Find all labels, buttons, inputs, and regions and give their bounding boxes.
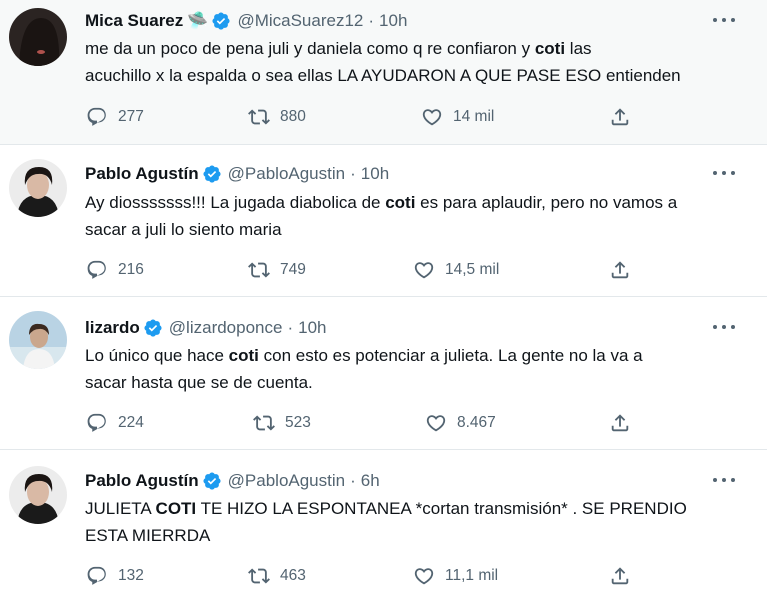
like-count: 11,1 mil [445,567,499,584]
tweet-text-line: Lo único que hace coti con esto es poten… [85,346,643,365]
tweet-text-line: sacar a juli lo siento maria [85,220,282,239]
share-icon[interactable] [609,412,631,434]
reply-button[interactable]: 216 [86,259,144,281]
avatar[interactable] [9,311,67,369]
more-dots-icon[interactable] [712,15,736,25]
avatar-image [9,466,67,524]
user-handle[interactable]: @PabloAgustin [228,164,345,184]
user-handle[interactable]: @MicaSuarez12 [237,11,363,31]
tweet[interactable]: lizardo @lizardoponce · 10h Lo único que… [0,297,767,449]
reply-icon [87,107,106,126]
avatar[interactable] [9,466,67,524]
share-icon[interactable] [609,106,631,128]
reply-icon [87,260,106,279]
heart-icon [414,262,434,279]
heart-icon [414,568,434,585]
like-button[interactable]: 8.467 [425,412,496,434]
tweet-text-line: JULIETA COTI TE HIZO LA ESPONTANEA *cort… [85,499,687,518]
timestamp[interactable]: 10h [361,164,389,184]
display-name[interactable]: Pablo Agustín [85,164,199,184]
verified-badge-icon [212,12,230,30]
like-count: 8.467 [457,414,496,431]
retweet-icon [248,262,270,278]
tweet-text-line: sacar hasta que se de cuenta. [85,373,313,392]
like-button[interactable]: 11,1 mil [413,565,498,587]
more-dots-icon[interactable] [712,475,736,485]
verified-badge-icon [144,319,162,337]
display-name[interactable]: lizardo [85,318,140,338]
reply-icon [87,413,106,432]
more-dots-icon[interactable] [712,168,736,178]
avatar-image [9,8,67,66]
reply-count: 216 [118,261,144,278]
reply-button[interactable]: 132 [86,565,144,587]
more-dots-icon[interactable] [712,322,736,332]
reply-count: 224 [118,414,144,431]
separator-dot: · [350,164,356,183]
separator-dot: · [287,318,294,337]
tweet-text-line: acuchillo x la espalda o sea ellas LA AY… [85,66,681,85]
display-name[interactable]: Mica Suarez [85,11,183,31]
tweet[interactable]: Pablo Agustín @PabloAgustin · 6h JULIETA… [0,450,767,602]
verified-badge-icon [203,472,221,490]
tweet-text: JULIETA COTI TE HIZO LA ESPONTANEA *cort… [85,495,745,549]
timestamp[interactable]: 10h [298,318,326,338]
avatar-image [9,311,67,369]
tweet-text-line: me da un poco de pena juli y daniela com… [85,39,592,58]
avatar[interactable] [9,159,67,217]
tweet[interactable]: Pablo Agustín @PabloAgustin · 10h Ay dio… [0,145,767,296]
reply-count: 277 [118,108,144,125]
avatar[interactable] [9,8,67,66]
retweet-icon [248,109,270,125]
share-icon[interactable] [609,565,631,587]
retweet-button[interactable]: 880 [248,106,306,128]
reply-button[interactable]: 277 [86,106,144,128]
heart-icon [422,109,442,126]
tweet[interactable]: Mica Suarez 🛸 @MicaSuarez12 · 10h me da … [0,0,767,144]
like-button[interactable]: 14,5 mil [413,259,499,281]
separator-dot: · [368,11,375,30]
share-icon[interactable] [609,259,631,281]
display-name[interactable]: Pablo Agustín [85,471,199,491]
reply-button[interactable]: 224 [86,412,144,434]
tweet-text-line: ESTA MIERRDA [85,526,211,545]
separator-dot: · [350,471,356,490]
tweet-text: Lo único que hace coti con esto es poten… [85,342,745,396]
timestamp[interactable]: 10h [379,11,407,31]
tweet-text: me da un poco de pena juli y daniela com… [85,35,745,89]
like-count: 14,5 mil [445,261,500,278]
retweet-count: 463 [280,567,306,584]
retweet-count: 880 [280,108,306,125]
verified-badge-icon [203,165,221,183]
retweet-button[interactable]: 463 [248,565,306,587]
user-handle[interactable]: @PabloAgustin [228,471,345,491]
reply-count: 132 [118,567,144,584]
timestamp[interactable]: 6h [361,471,380,491]
like-button[interactable]: 14 mil [421,106,494,128]
retweet-icon [248,568,270,584]
emoji-badge: 🛸 [187,11,209,30]
tweet-text: Ay diosssssss!!! La jugada diabolica de … [85,189,745,243]
tweet-text-line: Ay diosssssss!!! La jugada diabolica de … [85,193,678,212]
retweet-button[interactable]: 749 [248,259,306,281]
retweet-count: 523 [285,414,311,431]
retweet-button[interactable]: 523 [253,412,311,434]
reply-icon [87,566,106,585]
retweet-icon [253,415,275,431]
retweet-count: 749 [280,261,306,278]
user-handle[interactable]: @lizardoponce [169,318,283,338]
heart-icon [426,415,446,432]
like-count: 14 mil [453,108,495,125]
avatar-image [9,159,67,217]
